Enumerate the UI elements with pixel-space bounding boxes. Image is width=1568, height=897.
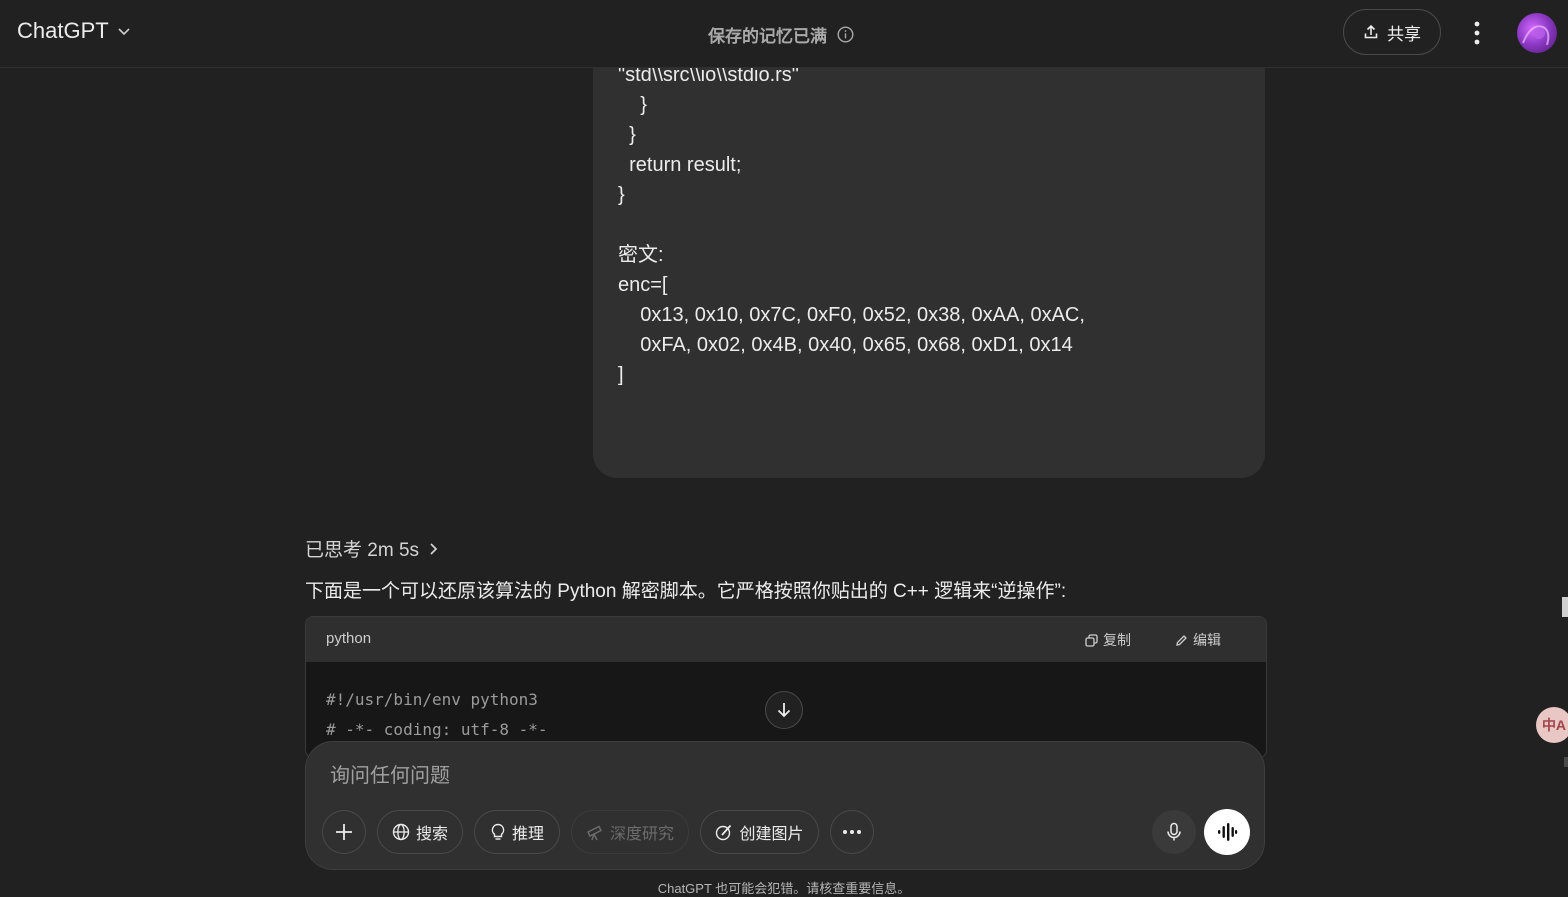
- thought-duration-toggle[interactable]: 已思考 2m 5s: [305, 535, 439, 562]
- deep-research-button[interactable]: 深度研究: [571, 810, 689, 854]
- message-input[interactable]: [328, 760, 1112, 792]
- edge-marker: [1564, 757, 1568, 767]
- model-selector[interactable]: ChatGPT: [17, 18, 131, 44]
- share-button[interactable]: 共享: [1343, 9, 1441, 55]
- telescope-icon: [586, 823, 604, 841]
- memory-full-notice[interactable]: 保存的记忆已满: [708, 22, 854, 47]
- top-bar: ChatGPT 保存的记忆已满 共享: [0, 0, 1568, 68]
- assistant-answer-intro: 下面是一个可以还原该算法的 Python 解密脚本。它严格按照你贴出的 C++ …: [305, 581, 1067, 602]
- code-block-header: python 复制 编辑: [306, 617, 1266, 662]
- scrollbar-thumb[interactable]: [1562, 597, 1568, 617]
- chevron-right-icon: [429, 542, 439, 556]
- plus-icon: [334, 822, 354, 842]
- model-name: ChatGPT: [17, 18, 109, 43]
- code-content: #!/usr/bin/env python3 # -*- coding: utf…: [326, 685, 548, 745]
- voice-mode-button[interactable]: [1204, 809, 1250, 855]
- code-line: # -*- coding: utf-8 -*-: [326, 720, 548, 739]
- copy-code-button[interactable]: 复制: [1085, 630, 1131, 650]
- copy-label: 复制: [1103, 632, 1131, 648]
- deep-research-label: 深度研究: [609, 826, 674, 843]
- memory-notice-text: 保存的记忆已满: [708, 27, 827, 46]
- dictate-button[interactable]: [1152, 810, 1196, 854]
- reason-button[interactable]: 推理: [474, 810, 560, 854]
- code-language-label: python: [326, 630, 372, 647]
- avatar[interactable]: [1517, 13, 1557, 53]
- reason-label: 推理: [511, 826, 544, 843]
- more-tools-button[interactable]: [830, 810, 874, 854]
- microphone-icon: [1165, 822, 1183, 842]
- message-composer: 搜索 推理 深度研究 创建图片: [305, 741, 1265, 870]
- user-message-bubble: v4[3] = 2; sub_14001A640(v4, &off_14001C…: [593, 4, 1265, 478]
- scroll-to-bottom-button[interactable]: [765, 691, 803, 729]
- thought-label: 已思考 2m 5s: [305, 540, 420, 561]
- translate-label: 中A: [1541, 717, 1567, 733]
- paint-brush-icon: [715, 823, 733, 841]
- ellipsis-icon: [842, 829, 862, 835]
- create-image-label: 创建图片: [739, 826, 804, 843]
- pencil-icon: [1175, 634, 1188, 647]
- chevron-down-icon: [117, 24, 131, 38]
- translate-icon[interactable]: 中A: [1536, 707, 1568, 743]
- search-label: 搜索: [415, 826, 448, 843]
- share-icon: [1363, 24, 1379, 40]
- lightbulb-icon: [490, 823, 506, 841]
- waveform-icon: [1216, 822, 1238, 842]
- attach-button[interactable]: [322, 810, 366, 854]
- arrow-down-icon: [775, 701, 793, 719]
- code-line: #!/usr/bin/env python3: [326, 690, 538, 709]
- create-image-button[interactable]: 创建图片: [700, 810, 819, 854]
- share-label: 共享: [1387, 24, 1421, 44]
- globe-icon: [392, 823, 410, 841]
- edit-label: 编辑: [1193, 632, 1221, 648]
- edit-code-button[interactable]: 编辑: [1175, 630, 1221, 650]
- code-block: python 复制 编辑 #!/usr/bin/env python3 # -*…: [305, 616, 1267, 758]
- more-options-icon[interactable]: [1462, 16, 1492, 50]
- info-icon[interactable]: [837, 26, 854, 43]
- copy-icon: [1085, 633, 1098, 647]
- search-button[interactable]: 搜索: [377, 810, 463, 854]
